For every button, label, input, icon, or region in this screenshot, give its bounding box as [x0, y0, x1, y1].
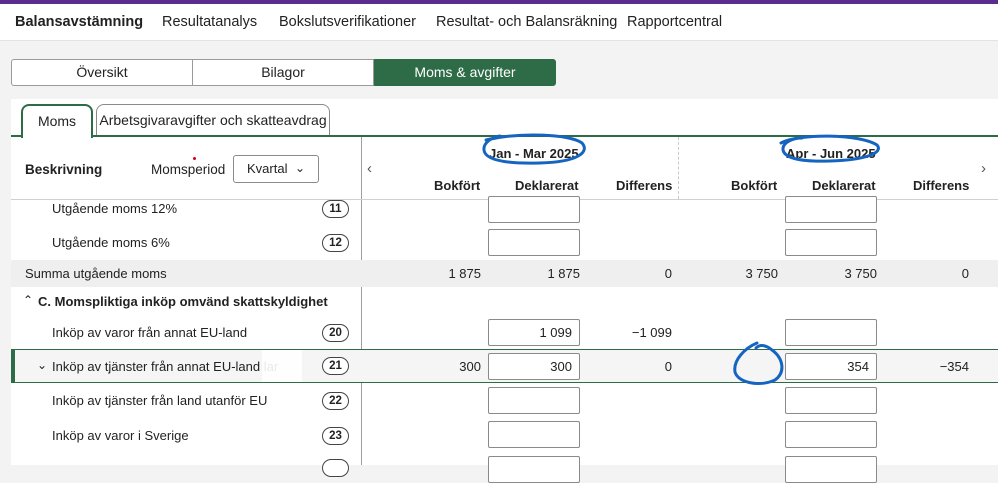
row-12-p1-deklarerat-input[interactable]: [488, 229, 580, 256]
row-23-p2-deklarerat-input[interactable]: [785, 421, 877, 448]
nav-item-resultatanalys[interactable]: Resultatanalys: [162, 14, 257, 30]
row-21-p2-deklarerat-input[interactable]: 354: [785, 353, 877, 380]
nav-item-rapportcentral[interactable]: Rapportcentral: [627, 14, 722, 30]
period-1-title: Jan - Mar 2025: [489, 146, 579, 161]
row-11-p2-deklarerat-input[interactable]: [785, 196, 877, 223]
header-momsperiod: Momsperiod: [151, 162, 226, 177]
row-20-p1-differens: −1 099: [631, 325, 672, 340]
row-12-p2-deklarerat-input[interactable]: [785, 229, 877, 256]
row-11-label: Utgående moms 12%: [52, 201, 178, 216]
momsperiod-select-value: Kvartal: [247, 161, 288, 176]
row-20-p1-deklarerat-input[interactable]: 1 099: [488, 319, 580, 346]
required-dot: [193, 157, 196, 160]
row-next-p2-input[interactable]: [785, 456, 877, 483]
row-21-p1-differens: 0: [664, 359, 672, 374]
p2-col-bokfort: Bokfört: [731, 178, 778, 193]
p1-col-differens: Differens: [616, 178, 673, 193]
nav-item-resultat-balansrakning[interactable]: Resultat- och Balansräkning: [436, 14, 617, 30]
row-21-badge: 21: [322, 357, 349, 375]
summa-label: Summa utgående moms: [25, 266, 167, 281]
row-23-badge: 23: [322, 427, 349, 445]
summa-p2-bokfort: 3 750: [745, 266, 778, 281]
section-c-title: C. Momspliktiga inköp omvänd skattskyldi…: [38, 294, 328, 309]
row-21-p2-differens: −354: [939, 359, 969, 374]
period-divider: [678, 137, 679, 199]
tab-underline: [11, 135, 998, 137]
chevron-left-icon[interactable]: ‹: [367, 160, 372, 177]
segment-bilagor[interactable]: Bilagor: [192, 59, 374, 86]
row-12-badge: 12: [322, 234, 349, 252]
column-divider: [361, 137, 362, 465]
summa-p2-deklarerat: 3 750: [844, 266, 877, 281]
chevron-right-icon[interactable]: ›: [981, 160, 986, 177]
header-beskrivning: Beskrivning: [25, 162, 103, 177]
row-23-p1-deklarerat-input[interactable]: [488, 421, 580, 448]
row-22-label: Inköp av tjänster från land utanför EU: [52, 393, 268, 408]
momsperiod-select[interactable]: Kvartal ⌄: [233, 155, 319, 183]
row-22-p1-deklarerat-input[interactable]: [488, 387, 580, 414]
segment-oversikt[interactable]: Översikt: [11, 59, 193, 86]
p2-col-differens: Differens: [913, 178, 970, 193]
row-11-p1-deklarerat-input[interactable]: [488, 196, 580, 223]
row-21-label: Inköp av tjänster från annat EU-land lar: [52, 359, 279, 374]
chevron-down-icon[interactable]: ⌄: [37, 358, 47, 372]
nav-item-balansavstamning[interactable]: Balansavstämning: [15, 14, 143, 30]
row-next-badge: [322, 459, 349, 477]
row-23-label: Inköp av varor i Sverige: [52, 428, 189, 443]
row-22-p2-deklarerat-input[interactable]: [785, 387, 877, 414]
row-20-p2-deklarerat-input[interactable]: [785, 319, 877, 346]
row-21-p1-deklarerat-input[interactable]: 300: [488, 353, 580, 380]
top-navigation: Balansavstämning Resultatanalys Boksluts…: [0, 4, 998, 41]
nav-item-bokslutsverifikationer[interactable]: Bokslutsverifikationer: [279, 14, 416, 30]
summa-p1-deklarerat: 1 875: [547, 266, 580, 281]
row-22-badge: 22: [322, 392, 349, 410]
summa-p1-differens: 0: [664, 266, 672, 281]
summa-p2-differens: 0: [961, 266, 969, 281]
tab-arbetsgivaravgifter[interactable]: Arbetsgivaravgifter och skatteavdrag: [96, 104, 330, 136]
chevron-up-icon[interactable]: ⌃: [23, 293, 33, 307]
row-20-badge: 20: [322, 324, 349, 342]
row-next-p1-input[interactable]: [488, 456, 580, 483]
period-2-title: Apr - Jun 2025: [786, 146, 876, 161]
row-21-selection-bar: [11, 349, 15, 383]
row-21-p1-bokfort: 300: [459, 359, 481, 374]
p1-col-bokfort: Bokfört: [434, 178, 481, 193]
row-12-label: Utgående moms 6%: [52, 235, 170, 250]
tab-moms[interactable]: Moms: [21, 104, 93, 138]
chevron-down-icon: ⌄: [294, 161, 305, 175]
segment-moms-avgifter[interactable]: Moms & avgifter: [374, 59, 556, 86]
row-20-label: Inköp av varor från annat EU-land: [52, 325, 248, 340]
summa-p1-bokfort: 1 875: [448, 266, 481, 281]
p2-col-deklarerat: Deklarerat: [812, 178, 876, 193]
p1-col-deklarerat: Deklarerat: [515, 178, 579, 193]
row-11-badge: 11: [322, 200, 349, 218]
redaction-smudge: [262, 350, 302, 382]
